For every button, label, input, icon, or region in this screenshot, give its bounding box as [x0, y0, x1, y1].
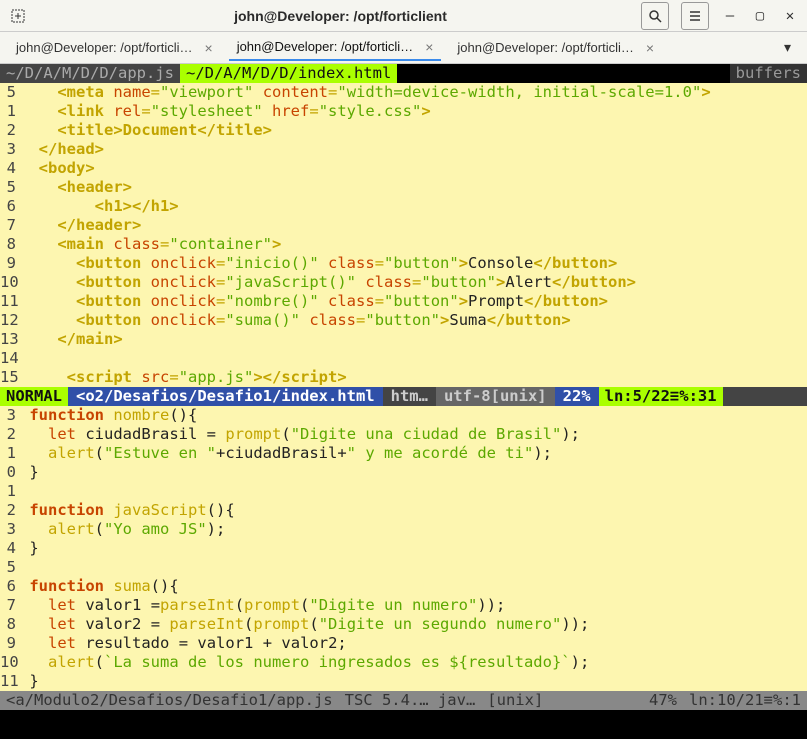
close-icon[interactable]: ×	[646, 40, 654, 56]
file-path: <a/Modulo2/Desafios/Desafio1/app.js	[0, 691, 339, 710]
position: ln:10/21≡%:1	[683, 691, 807, 710]
maximize-button[interactable]: ▢	[751, 7, 769, 25]
new-tab-button[interactable]	[8, 6, 28, 26]
tab-dropdown[interactable]: ▾	[776, 39, 799, 56]
buffer-tab[interactable]: ~/D/A/M/D/D/index.html	[180, 64, 397, 83]
pane-bottom[interactable]: 3 function nombre(){ 2 let ciudadBrasil …	[0, 406, 807, 691]
window-title: john@Developer: /opt/forticlient	[40, 8, 641, 24]
filetype: TSC 5.4.… jav…	[339, 691, 482, 710]
encoding: [unix]	[481, 691, 549, 710]
statusline-top: NORMAL <o2/Desafios/Desafio1/index.html …	[0, 387, 807, 406]
buffers-label[interactable]: buffers	[730, 64, 807, 83]
terminal-tab[interactable]: john@Developer: /opt/forticli…×	[8, 36, 221, 60]
filetype: htm…	[383, 387, 436, 406]
menu-button[interactable]	[681, 2, 709, 30]
statusline-bottom: <a/Modulo2/Desafios/Desafio1/app.js TSC …	[0, 691, 807, 710]
buffer-tab[interactable]: ~/D/A/M/D/D/app.js	[0, 64, 180, 83]
terminal-tab[interactable]: john@Developer: /opt/forticli…×	[449, 36, 662, 60]
pane-top[interactable]: 5 <meta name="viewport" content="width=d…	[0, 83, 807, 387]
close-icon[interactable]: ×	[425, 39, 433, 55]
search-button[interactable]	[641, 2, 669, 30]
titlebar: john@Developer: /opt/forticlient — ▢ ✕	[0, 0, 807, 32]
position: ln:5/22≡%:31	[599, 387, 723, 406]
terminal-tab[interactable]: john@Developer: /opt/forticli…×	[229, 35, 442, 61]
close-button[interactable]: ✕	[781, 7, 799, 25]
encoding: utf-8[unix]	[436, 387, 555, 406]
percent: 22%	[555, 387, 599, 406]
close-icon[interactable]: ×	[205, 40, 213, 56]
buffer-tabs: ~/D/A/M/D/D/app.js ~/D/A/M/D/D/index.htm…	[0, 64, 807, 83]
mode: NORMAL	[0, 387, 68, 406]
editor[interactable]: ~/D/A/M/D/D/app.js ~/D/A/M/D/D/index.htm…	[0, 64, 807, 739]
percent: 47%	[643, 691, 683, 710]
file-path: <o2/Desafios/Desafio1/index.html	[68, 387, 383, 406]
terminal-tabbar: john@Developer: /opt/forticli…× john@Dev…	[0, 32, 807, 64]
minimize-button[interactable]: —	[721, 7, 739, 25]
